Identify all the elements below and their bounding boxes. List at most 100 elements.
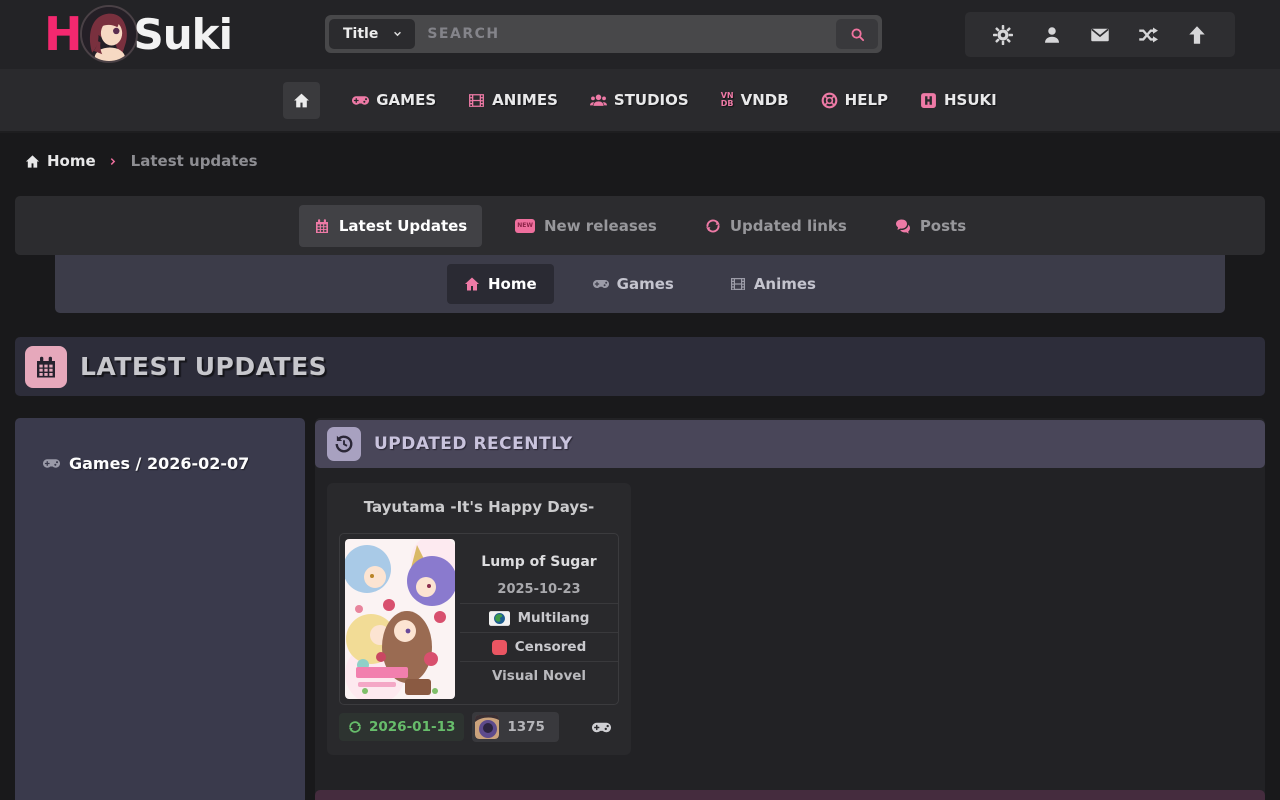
gamepad-icon[interactable] (592, 718, 611, 737)
header-toolbar (965, 12, 1235, 57)
nav-label: VNDB (741, 91, 789, 109)
nav-item-studios[interactable]: STUDIOS (590, 91, 689, 109)
breadcrumb-home-link[interactable]: Home (25, 152, 96, 170)
home-icon (25, 154, 40, 169)
subtab-label: Animes (754, 275, 816, 293)
nav-item-hsuki[interactable]: HSUKI (920, 91, 997, 109)
home-icon (293, 92, 310, 109)
gamepad-icon (43, 455, 60, 472)
calendar-icon (34, 355, 58, 379)
chevron-down-icon (392, 29, 403, 40)
nav-item-vndb[interactable]: VN DB VNDB (721, 91, 789, 109)
random-shuffle-icon[interactable] (1138, 25, 1158, 45)
search-bar: Title (325, 15, 882, 53)
page-title-bar: LATEST UPDATES (15, 337, 1265, 396)
logo-text-suki: Suki (134, 10, 232, 59)
update-date-badge: 2026-01-13 (339, 713, 464, 741)
subtab-home[interactable]: Home (447, 264, 554, 304)
calendar-icon (314, 218, 330, 234)
logo-text-h: H (44, 7, 82, 61)
home-icon (464, 276, 480, 292)
update-date: 2026-01-13 (369, 719, 455, 735)
history-icon (334, 434, 354, 454)
calendar-badge (25, 346, 67, 388)
game-info-box: Lump of Sugar 2025-10-23 Multilang Censo… (339, 533, 619, 705)
nav-item-animes[interactable]: ANIMES (468, 91, 558, 109)
views-count: 1375 (507, 719, 545, 735)
mail-envelope-icon[interactable] (1090, 25, 1110, 45)
studio-name: Lump of Sugar (460, 548, 618, 576)
tab-label: Latest Updates (339, 217, 467, 235)
tab-latest-updates[interactable]: Latest Updates (299, 205, 482, 247)
breadcrumb-current: Latest updates (131, 152, 258, 170)
nav-label: HSUKI (944, 91, 997, 109)
nav-label: HELP (845, 91, 888, 109)
search-button[interactable] (836, 19, 878, 49)
life-ring-icon (821, 92, 838, 109)
vndb-icon: VN DB (721, 92, 734, 108)
search-input[interactable] (415, 19, 836, 49)
subtab-label: Games (617, 275, 674, 293)
scope-tab-bar: Home Games Animes (55, 255, 1225, 313)
tab-label: Posts (920, 217, 966, 235)
tab-label: Updated links (730, 217, 847, 235)
search-icon (850, 27, 865, 42)
release-date: 2025-10-23 (460, 576, 618, 603)
game-cover-image[interactable] (345, 539, 455, 699)
uploader-avatar (475, 715, 499, 739)
gamepad-icon (593, 276, 609, 292)
game-title-link[interactable]: Tayutama -It's Happy Days- (327, 483, 631, 516)
h-square-icon (920, 92, 937, 109)
game-card: Tayutama -It's Happy Days- (327, 483, 631, 755)
sync-icon (705, 218, 721, 234)
film-icon (730, 276, 746, 292)
scroll-top-arrow-icon[interactable] (1187, 25, 1207, 45)
sidebar-group-label: Games / 2026-02-07 (69, 454, 249, 473)
censorship-row: Censored (460, 632, 618, 661)
globe-flag-icon (489, 611, 510, 626)
nav-label: GAMES (376, 91, 436, 109)
user-icon[interactable] (1042, 25, 1062, 45)
main-panel: UPDATED RECENTLY Tayutama -It's Happy Da… (315, 418, 1265, 800)
history-badge (327, 427, 361, 461)
card-footer: 2026-01-13 1375 (339, 712, 619, 742)
updated-recently-header: UPDATED RECENTLY (315, 420, 1265, 468)
comments-icon (895, 218, 911, 234)
views-badge: 1375 (472, 712, 559, 742)
updates-tab-bar: Latest Updates NEW New releases Updated … (15, 196, 1265, 255)
tab-new-releases[interactable]: NEW New releases (500, 205, 672, 247)
new-badge-icon: NEW (515, 219, 535, 233)
users-icon (590, 92, 607, 109)
sidebar-group-header: Games / 2026-02-07 (43, 454, 305, 473)
game-type: Visual Novel (460, 661, 618, 690)
chevron-right-icon (108, 156, 119, 167)
section-title: UPDATED RECENTLY (374, 434, 573, 454)
search-filter-label: Title (343, 26, 378, 42)
search-filter-select[interactable]: Title (329, 19, 415, 49)
subtab-animes[interactable]: Animes (713, 264, 833, 304)
next-section-header-edge (315, 790, 1265, 800)
nav-label: STUDIOS (614, 91, 689, 109)
film-icon (468, 92, 485, 109)
censored-icon (492, 640, 507, 655)
nav-label: ANIMES (492, 91, 558, 109)
top-header: H Suki Title (0, 0, 1280, 69)
tab-label: New releases (544, 217, 657, 235)
nav-item-help[interactable]: HELP (821, 91, 888, 109)
language-label: Multilang (518, 610, 590, 626)
logo-avatar (80, 5, 138, 63)
settings-gear-icon[interactable] (993, 25, 1013, 45)
nav-item-games[interactable]: GAMES (352, 91, 436, 109)
site-logo[interactable]: H Suki (44, 3, 232, 65)
censorship-label: Censored (515, 639, 586, 655)
date-sidebar: Games / 2026-02-07 (15, 418, 305, 800)
language-row: Multilang (460, 603, 618, 632)
page-title: LATEST UPDATES (80, 352, 327, 381)
tab-updated-links[interactable]: Updated links (690, 205, 862, 247)
nav-home-button[interactable] (283, 82, 320, 119)
tab-posts[interactable]: Posts (880, 205, 981, 247)
main-nav: GAMES ANIMES STUDIOS VN DB VNDB HELP HSU… (0, 69, 1280, 133)
gamepad-icon (352, 92, 369, 109)
breadcrumb: Home Latest updates (25, 152, 258, 170)
subtab-games[interactable]: Games (576, 264, 691, 304)
